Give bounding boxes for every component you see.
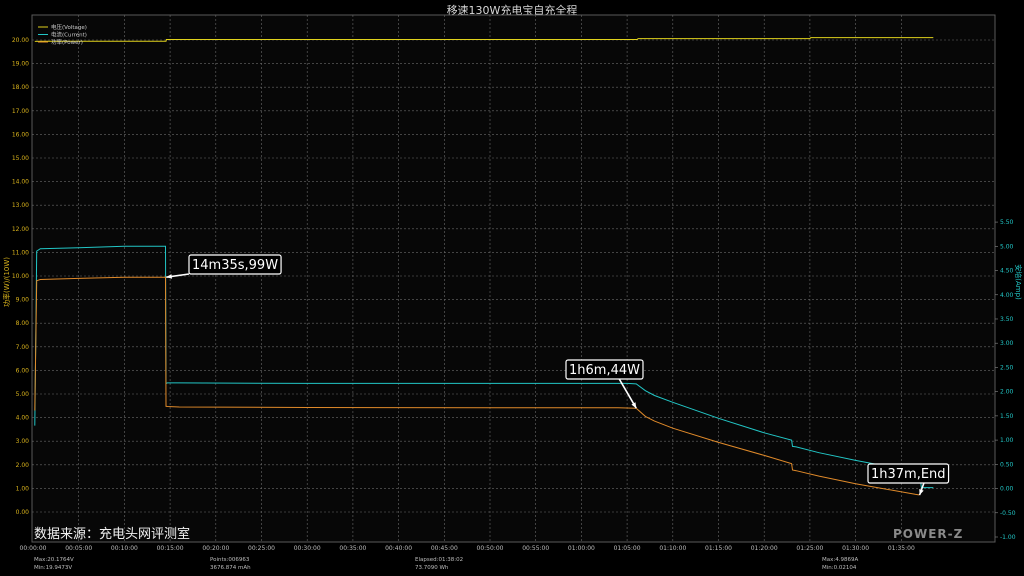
annotation-label: 14m35s,99W [192, 258, 278, 273]
y-right-tick-label: 0.00 [1000, 486, 1014, 493]
y-left-tick-label: 5.00 [16, 391, 30, 398]
y-left-tick-label: 10.00 [12, 273, 29, 280]
energy: 73.7090 Wh [415, 565, 449, 571]
y-left-tick-label: 2.00 [16, 462, 30, 469]
y-left-axis-label: 功率(W)/(10W) [2, 257, 11, 307]
x-tick-label: 00:00:00 [20, 545, 47, 552]
current-min: Min:0.02104 [822, 565, 857, 571]
current-max: Max:4.9869A [822, 557, 859, 563]
x-tick-label: 01:00:00 [568, 545, 595, 552]
y-right-axis-label: 安培(Amp) [1014, 264, 1023, 300]
y-left-tick-label: 15.00 [12, 155, 29, 162]
x-tick-label: 01:25:00 [796, 545, 823, 552]
legend-item: 功率(Power) [51, 38, 83, 46]
x-tick-label: 00:40:00 [385, 545, 412, 552]
y-right-tick-label: 1.50 [1000, 413, 1014, 420]
y-left-tick-label: 9.00 [16, 297, 30, 304]
y-left-tick-label: 13.00 [12, 202, 29, 209]
y-left-tick-label: 12.00 [12, 226, 29, 233]
annotation-label: 1h6m,44W [569, 363, 640, 378]
y-left-tick-label: 11.00 [12, 249, 29, 256]
y-left-tick-label: 14.00 [12, 179, 29, 186]
annotation-label: 1h37m,End [871, 467, 946, 482]
x-tick-label: 01:30:00 [842, 545, 869, 552]
elapsed: Elapsed:01:38:02 [415, 557, 464, 563]
x-tick-label: 00:45:00 [431, 545, 458, 552]
legend-item: 电压(Voltage) [51, 23, 87, 31]
y-left-tick-label: 7.00 [16, 344, 30, 351]
y-right-tick-label: -0.50 [1000, 510, 1016, 517]
x-tick-label: 00:25:00 [248, 545, 275, 552]
y-right-tick-label: 3.50 [1000, 316, 1014, 323]
y-right-tick-label: 0.50 [1000, 461, 1014, 468]
y-right-tick-label: 1.00 [1000, 437, 1014, 444]
y-right-tick-label: 4.00 [1000, 292, 1014, 299]
plot-area [31, 14, 996, 543]
x-tick-label: 01:15:00 [705, 545, 732, 552]
y-left-tick-label: 20.00 [12, 37, 29, 44]
x-tick-label: 01:35:00 [888, 545, 915, 552]
x-tick-label: 01:05:00 [614, 545, 641, 552]
y-left-tick-label: 3.00 [16, 438, 30, 445]
y-right-tick-label: 5.50 [1000, 219, 1014, 226]
y-right-tick-label: 3.00 [1000, 340, 1014, 347]
capacity: 3676.874 mAh [210, 565, 251, 571]
y-left-tick-label: 16.00 [12, 131, 29, 138]
y-left-tick-label: 8.00 [16, 320, 30, 327]
voltage-min: Min:19.9473V [34, 565, 73, 571]
x-tick-label: 01:10:00 [659, 545, 686, 552]
power-z-logo: POWER-Z [893, 527, 963, 541]
current-stats: Max:4.9869A Min:0.02104 [822, 556, 858, 572]
elapsed-stats: Elapsed:01:38:02 73.7090 Wh [415, 556, 463, 572]
x-tick-label: 01:20:00 [751, 545, 778, 552]
x-tick-label: 00:30:00 [294, 545, 321, 552]
y-left-tick-label: 19.00 [12, 61, 29, 68]
y-right-tick-label: 4.50 [1000, 268, 1014, 275]
data-source-watermark: 数据来源：充电头网评测室 [34, 526, 190, 542]
y-left-tick-label: 6.00 [16, 367, 30, 374]
chart-canvas: 00:00:00 00:05:00 00:10:00 00:15:00 00:20:00… [2, 14, 1023, 552]
y-left-tick-label: 17.00 [12, 108, 29, 115]
y-right-tick-label: 2.50 [1000, 364, 1014, 371]
y-left-tick-label: 1.00 [16, 485, 30, 492]
x-tick-label: 00:35:00 [339, 545, 366, 552]
x-tick-label: 00:15:00 [157, 545, 184, 552]
voltage-max: Max:20.1764V [34, 557, 74, 563]
x-tick-label: 00:20:00 [202, 545, 229, 552]
x-tick-label: 00:05:00 [65, 545, 92, 552]
y-left-tick-label: 18.00 [12, 84, 29, 91]
x-tick-label: 00:55:00 [522, 545, 549, 552]
voltage-stats: Max:20.1764V Min:19.9473V [34, 556, 74, 572]
y-left-tick-label: 4.00 [16, 415, 30, 422]
x-tick-label: 00:50:00 [477, 545, 504, 552]
legend-item: 电流(Current) [51, 31, 87, 39]
y-right-tick-label: -1.00 [1000, 534, 1016, 541]
y-right-tick-label: 2.00 [1000, 389, 1014, 396]
y-right-tick-label: 5.00 [1000, 243, 1014, 250]
points: Points:006963 [210, 557, 250, 563]
logo-text: POWER-Z [893, 527, 963, 541]
y-left-tick-label: 0.00 [16, 509, 30, 516]
x-tick-label: 00:10:00 [111, 545, 138, 552]
points-stats: Points:006963 3676.874 mAh [210, 556, 251, 572]
